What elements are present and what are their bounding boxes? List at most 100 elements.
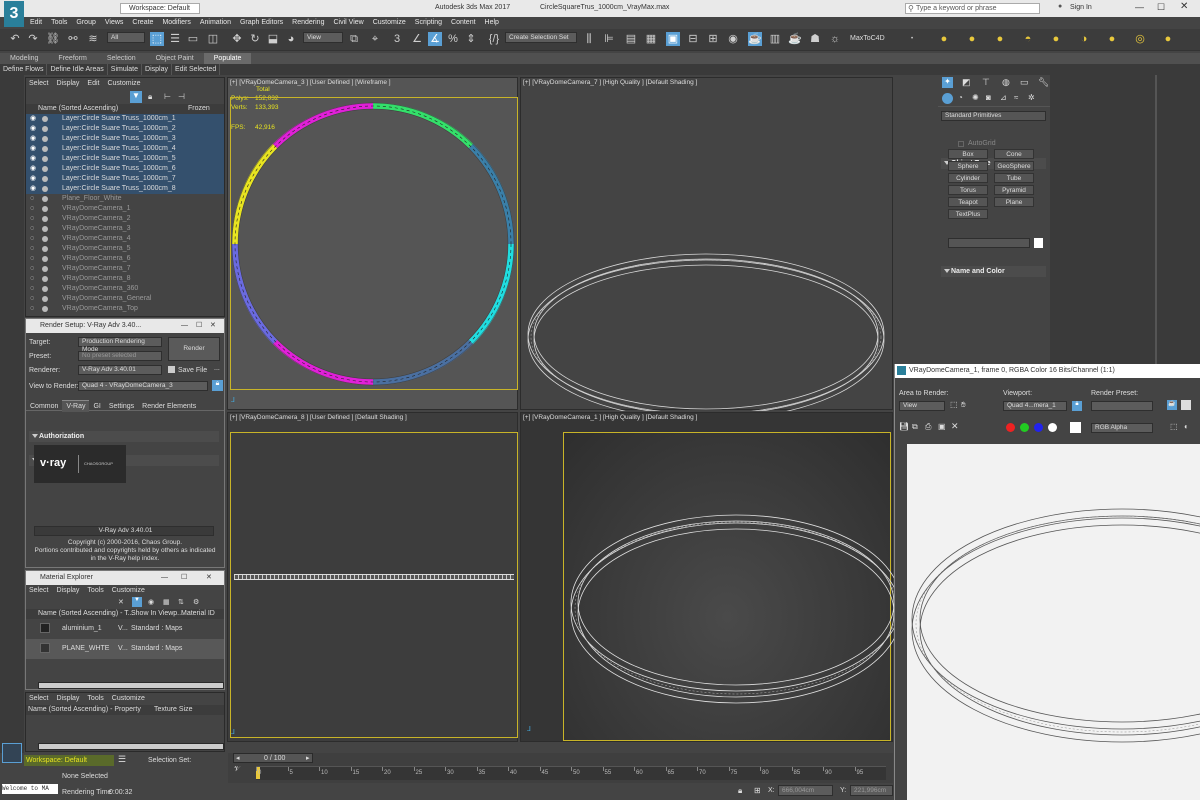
menu-item-civil-view[interactable]: Civil View: [333, 17, 363, 29]
scene-item[interactable]: ◉ Layer:Circle Suare Truss_1000cm_6: [26, 164, 224, 174]
menu-item-group[interactable]: Group: [76, 17, 95, 29]
menu-item-animation[interactable]: Animation: [200, 17, 231, 29]
maximize-button[interactable]: ☐: [181, 571, 187, 585]
scene-explorer-menu-display[interactable]: Display: [56, 80, 79, 87]
ribbon-tab-populate[interactable]: Populate: [203, 53, 252, 64]
helpers-icon[interactable]: ⊿: [1000, 93, 1007, 102]
schematic-view-icon[interactable]: ⊞: [706, 32, 720, 46]
mono-channel-icon[interactable]: [1048, 423, 1057, 432]
prev-frame-icon[interactable]: ◂: [236, 754, 240, 762]
link-icon[interactable]: ⛓: [46, 32, 60, 46]
scene-item[interactable]: ◌ VRayDomeCamera_2: [26, 214, 224, 224]
viewport-label[interactable]: [+] [VRayDomeCamera_8 ] [User Defined ] …: [230, 414, 407, 421]
selection-filter-dropdown[interactable]: All: [107, 32, 145, 43]
snaps-toggle-icon[interactable]: 3: [390, 32, 404, 46]
clear-filter-icon[interactable]: ✕: [118, 598, 124, 606]
close-frame-buffer-icon[interactable]: ✕: [951, 421, 959, 432]
filter-icon[interactable]: ▼: [132, 597, 142, 607]
save-file-checkbox[interactable]: [168, 366, 175, 373]
rectangular-region-icon[interactable]: ▭: [186, 32, 200, 46]
minimize-button[interactable]: —: [161, 571, 168, 585]
ribbon-subtab-display[interactable]: Display: [142, 64, 172, 75]
create-box-button[interactable]: Box: [948, 149, 988, 159]
lights-icon[interactable]: ✺: [972, 93, 979, 102]
scene-explorer-header[interactable]: Name (Sorted Ascending) Frozen: [26, 104, 224, 114]
scale-icon[interactable]: ⬓: [266, 32, 280, 46]
maxscript-listener[interactable]: Welcome to MA: [2, 784, 58, 794]
minimize-button[interactable]: —: [1135, 2, 1144, 12]
placement-icon[interactable]: ◕: [284, 32, 298, 46]
render-tab-settings[interactable]: Settings: [105, 401, 138, 412]
render-production-icon[interactable]: ☕: [788, 32, 802, 46]
render-setup-icon[interactable]: ☕: [748, 32, 762, 46]
object-name-field[interactable]: [948, 238, 1030, 248]
render-button[interactable]: Render: [168, 337, 220, 361]
minimize-button[interactable]: —: [181, 319, 188, 333]
plugin-dot-icon-8[interactable]: ●: [1105, 32, 1119, 46]
close-button[interactable]: ✕: [1180, 1, 1188, 12]
hidden-icon[interactable]: ◌: [30, 285, 38, 292]
map-icon[interactable]: ▦: [163, 598, 170, 606]
plugin-label[interactable]: MaxToC4D: [850, 35, 885, 42]
curve-icon[interactable]: 𝒱: [234, 766, 240, 774]
hidden-icon[interactable]: ◌: [30, 305, 38, 312]
menu-item-scripting[interactable]: Scripting: [415, 17, 442, 29]
maximize-button[interactable]: ☐: [196, 319, 202, 333]
render-tab-render-elements[interactable]: Render Elements: [138, 401, 200, 412]
material-menu-customize[interactable]: Customize: [112, 695, 145, 702]
close-button[interactable]: ✕: [210, 319, 216, 333]
menu-item-create[interactable]: Create: [132, 17, 153, 29]
create-tube-button[interactable]: Tube: [994, 173, 1034, 183]
scene-explorer-menu-edit[interactable]: Edit: [87, 80, 99, 87]
lock-view-icon[interactable]: 🔒︎: [212, 380, 223, 391]
create-pyramid-button[interactable]: Pyramid: [994, 185, 1034, 195]
save-file-browse-button[interactable]: ...: [214, 365, 220, 372]
scene-item[interactable]: ◌ VRayDomeCamera_1: [26, 204, 224, 214]
select-by-name-icon[interactable]: ☰: [168, 32, 182, 46]
eye-icon[interactable]: ◉: [30, 145, 38, 152]
menu-item-graph-editors[interactable]: Graph Editors: [240, 17, 283, 29]
create-textplus-button[interactable]: TextPlus: [948, 209, 988, 219]
material-row[interactable]: PLANE_WHTE V... Standard : Maps: [26, 639, 224, 659]
scene-item[interactable]: ◌ VRayDomeCamera_6: [26, 254, 224, 264]
preset-dropdown[interactable]: No preset selected: [78, 351, 162, 361]
name-and-color-rollout[interactable]: Name and Color: [941, 266, 1046, 277]
shapes-icon[interactable]: ◔: [958, 93, 963, 102]
angle-snap-icon[interactable]: ∠: [410, 32, 424, 46]
scene-item[interactable]: ◌ VRayDomeCamera_7: [26, 264, 224, 274]
align-icon[interactable]: ⊫: [602, 32, 616, 46]
material-menu-tools[interactable]: Tools: [87, 695, 103, 702]
viewport-layout-icon[interactable]: [2, 743, 22, 763]
eye-icon[interactable]: ◉: [30, 135, 38, 142]
pivot-icon[interactable]: ⧉: [347, 32, 361, 46]
x-coordinate-field[interactable]: 666,004cm: [778, 785, 833, 796]
scene-item[interactable]: ◌ VRayDomeCamera_360: [26, 284, 224, 294]
geometry-icon[interactable]: [942, 93, 953, 104]
region-icon[interactable]: ⬚: [950, 400, 958, 409]
render-teapot-icon[interactable]: ☕: [1167, 400, 1177, 410]
scene-item[interactable]: ◌ VRayDomeCamera_General: [26, 294, 224, 304]
scene-item[interactable]: ◌ VRayDomeCamera_Top: [26, 304, 224, 314]
reference-coordinate-dropdown[interactable]: View: [303, 32, 343, 43]
render-region-icon[interactable]: ⬚: [1170, 422, 1178, 431]
sort-icon[interactable]: ⇅: [178, 598, 184, 606]
move-icon[interactable]: ✥: [230, 32, 244, 46]
hidden-icon[interactable]: ◌: [30, 255, 38, 262]
primitives-dropdown[interactable]: Standard Primitives: [941, 111, 1046, 121]
save-image-icon[interactable]: 💾︎: [899, 422, 909, 431]
green-channel-icon[interactable]: [1020, 423, 1029, 432]
scene-item[interactable]: ◉ Layer:Circle Suare Truss_1000cm_5: [26, 154, 224, 164]
cameras-icon[interactable]: ◙: [986, 93, 991, 102]
renderer-dropdown[interactable]: V-Ray Adv 3.40.01: [78, 365, 162, 375]
plugin-dot-icon-7[interactable]: ◑: [1077, 32, 1091, 46]
selection-set-icon[interactable]: ☰: [118, 754, 126, 765]
utilities-tab-icon[interactable]: 🔧︎: [1038, 77, 1049, 88]
hidden-icon[interactable]: ◌: [30, 225, 38, 232]
motion-tab-icon[interactable]: ◍: [1002, 77, 1010, 88]
layer-explorer-icon[interactable]: ▤: [624, 32, 638, 46]
hidden-icon[interactable]: ◌: [30, 205, 38, 212]
area-to-render-dropdown[interactable]: View: [899, 401, 945, 411]
plugin-dot-icon-9[interactable]: ◎: [1133, 32, 1147, 46]
close-button[interactable]: ✕: [206, 571, 212, 585]
hidden-icon[interactable]: ◌: [30, 245, 38, 252]
